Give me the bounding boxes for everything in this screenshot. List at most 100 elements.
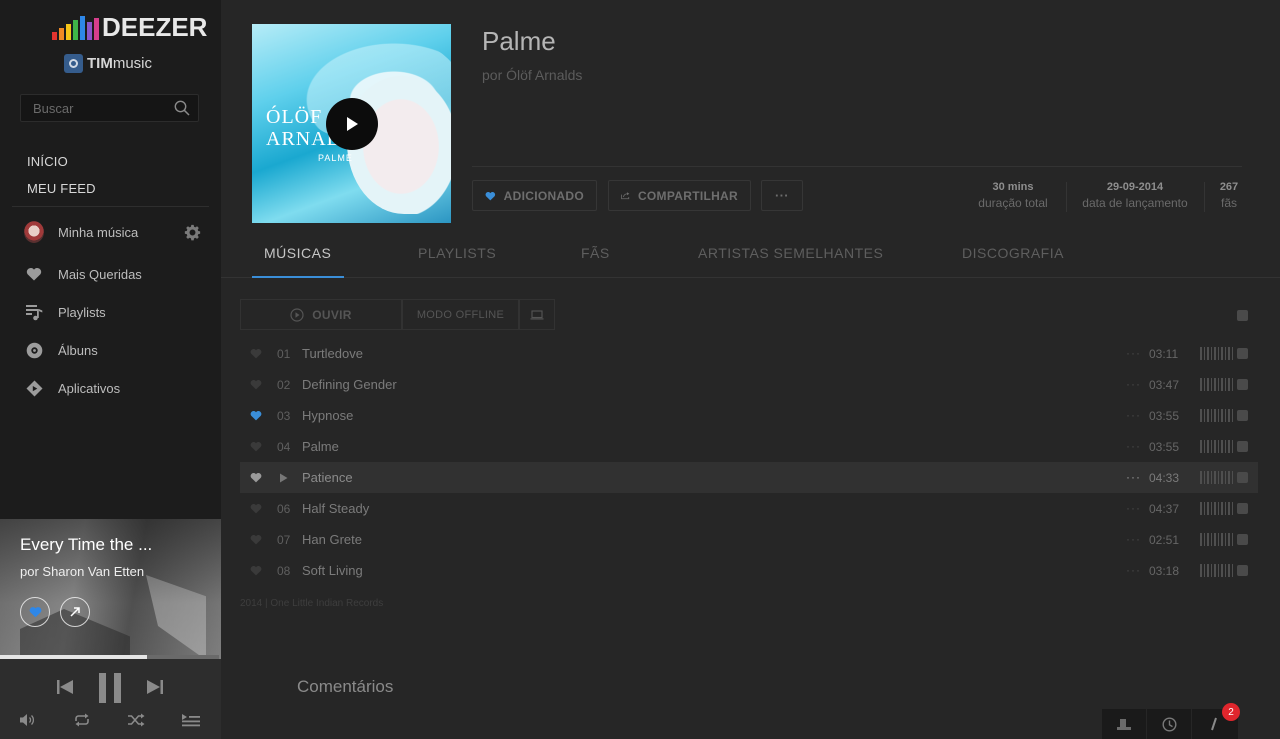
heart-icon[interactable] xyxy=(250,379,262,390)
shuffle-button[interactable] xyxy=(126,711,146,729)
stat-value: 267 xyxy=(1219,181,1239,193)
queue-icon xyxy=(182,714,200,727)
track-row[interactable]: 07 Han Grete ··· 02:51 xyxy=(240,524,1258,555)
track-checkbox[interactable] xyxy=(1237,441,1248,452)
popularity-bars xyxy=(1200,564,1233,577)
play-icon[interactable] xyxy=(279,473,288,483)
history-button[interactable] xyxy=(1146,709,1191,739)
track-title[interactable]: Half Steady xyxy=(302,501,369,516)
track-title[interactable]: Han Grete xyxy=(302,532,362,547)
heart-icon[interactable] xyxy=(250,441,262,452)
track-title[interactable]: Patience xyxy=(302,470,353,485)
added-button[interactable]: ADICIONADO xyxy=(472,180,597,211)
offline-mode-button[interactable]: MODO OFFLINE xyxy=(402,299,519,330)
repeat-button[interactable] xyxy=(72,711,92,729)
sidebar-item-label: Playlists xyxy=(58,304,106,320)
track-more-icon[interactable]: ··· xyxy=(1126,501,1141,515)
track-title[interactable]: Hypnose xyxy=(302,408,353,423)
select-all-checkbox[interactable] xyxy=(1237,310,1248,321)
next-button[interactable] xyxy=(144,676,166,698)
player-track-title[interactable]: Every Time the ... xyxy=(20,535,210,555)
track-checkbox[interactable] xyxy=(1237,379,1248,390)
heart-icon[interactable] xyxy=(250,348,262,359)
track-duration: 03:55 xyxy=(1149,409,1180,423)
more-options-button[interactable]: ··· xyxy=(761,180,803,211)
track-checkbox[interactable] xyxy=(1237,503,1248,514)
heart-icon[interactable] xyxy=(250,472,262,483)
tim-icon xyxy=(64,54,83,73)
track-row[interactable]: 02 Defining Gender ··· 03:47 xyxy=(240,369,1258,400)
equalizer-bar xyxy=(87,22,92,40)
tab-artistas-semelhantes[interactable]: ARTISTAS SEMELHANTES xyxy=(698,245,883,261)
track-more-icon[interactable]: ··· xyxy=(1126,439,1141,453)
player-favorite-button[interactable] xyxy=(20,597,50,627)
album-cover[interactable]: ÓLÖF ARNALDS PALME xyxy=(252,24,451,223)
track-more-icon[interactable]: ··· xyxy=(1126,408,1141,422)
nav-inicio[interactable]: INÍCIO xyxy=(27,154,68,169)
track-checkbox[interactable] xyxy=(1237,348,1248,359)
track-more-icon[interactable]: ··· xyxy=(1126,470,1141,484)
deezer-logo[interactable]: DEEZER xyxy=(52,14,207,40)
player-artist[interactable]: por Sharon Van Etten xyxy=(20,564,144,579)
track-duration: 03:47 xyxy=(1149,378,1180,392)
sidebar-item-minha-musica[interactable]: Minha música xyxy=(24,221,204,243)
listen-button[interactable]: OUVIR xyxy=(240,299,402,330)
track-title[interactable]: Palme xyxy=(302,439,339,454)
device-button[interactable] xyxy=(519,299,555,330)
user-button[interactable] xyxy=(1101,709,1146,739)
track-row[interactable]: 04 Palme ··· 03:55 xyxy=(240,431,1258,462)
bottom-toolbar xyxy=(1101,709,1238,739)
album-artist-link[interactable]: por Ólöf Arnalds xyxy=(482,67,582,83)
tab-fas[interactable]: FÃS xyxy=(581,245,610,261)
previous-button[interactable] xyxy=(54,676,76,698)
heart-icon[interactable] xyxy=(250,534,262,545)
sidebar-item-aplicativos[interactable]: Aplicativos xyxy=(24,378,204,398)
album-title: Palme xyxy=(482,26,556,56)
previous-icon xyxy=(57,680,73,694)
nav-meu-feed[interactable]: MEU FEED xyxy=(27,181,96,196)
sidebar-item-playlists[interactable]: Playlists xyxy=(24,302,204,322)
mini-player: Every Time the ... por Sharon Van Etten xyxy=(0,519,221,739)
heart-icon[interactable] xyxy=(250,565,262,576)
equalizer-bar xyxy=(73,20,78,40)
heart-icon[interactable] xyxy=(250,503,262,514)
sidebar-item-mais-queridas[interactable]: Mais Queridas xyxy=(24,264,204,284)
track-more-icon[interactable]: ··· xyxy=(1126,532,1141,546)
track-checkbox[interactable] xyxy=(1237,472,1248,483)
track-title[interactable]: Soft Living xyxy=(302,563,363,578)
search-icon[interactable] xyxy=(174,100,190,116)
tab-playlists[interactable]: PLAYLISTS xyxy=(418,245,496,261)
pause-button[interactable] xyxy=(96,672,124,704)
tab-discografia[interactable]: DISCOGRAFIA xyxy=(962,245,1064,261)
track-row[interactable]: 03 Hypnose ··· 03:55 xyxy=(240,400,1258,431)
track-duration: 04:33 xyxy=(1149,471,1180,485)
track-row[interactable]: 06 Half Steady ··· 04:37 xyxy=(240,493,1258,524)
track-number: 03 xyxy=(277,409,291,423)
track-row[interactable]: 01 Turtledove ··· 03:11 xyxy=(240,338,1258,369)
track-title[interactable]: Defining Gender xyxy=(302,377,397,392)
tab-musicas[interactable]: MÚSICAS xyxy=(264,245,331,261)
album-play-button[interactable] xyxy=(326,98,378,150)
track-checkbox[interactable] xyxy=(1237,410,1248,421)
player-share-button[interactable] xyxy=(60,597,90,627)
sidebar-item-albuns[interactable]: Álbuns xyxy=(24,340,204,360)
heart-icon[interactable] xyxy=(250,410,262,421)
stat-release-date: 29-09-2014 data de lançamento xyxy=(1078,181,1192,210)
queue-button[interactable] xyxy=(180,711,202,729)
equalizer-bar xyxy=(94,18,99,40)
notification-icon xyxy=(1211,717,1217,731)
header-divider xyxy=(472,166,1242,167)
track-more-icon[interactable]: ··· xyxy=(1126,377,1141,391)
track-more-icon[interactable]: ··· xyxy=(1126,346,1141,360)
volume-button[interactable] xyxy=(18,711,36,729)
track-row[interactable]: Patience ··· 04:33 xyxy=(240,462,1258,493)
share-button[interactable]: COMPARTILHAR xyxy=(608,180,751,211)
track-row[interactable]: 08 Soft Living ··· 03:18 xyxy=(240,555,1258,586)
track-more-icon[interactable]: ··· xyxy=(1126,563,1141,577)
track-title[interactable]: Turtledove xyxy=(302,346,363,361)
search-input[interactable] xyxy=(21,95,161,121)
gear-icon[interactable] xyxy=(184,224,201,241)
sidebar-item-label: Mais Queridas xyxy=(58,266,142,282)
track-checkbox[interactable] xyxy=(1237,534,1248,545)
track-checkbox[interactable] xyxy=(1237,565,1248,576)
